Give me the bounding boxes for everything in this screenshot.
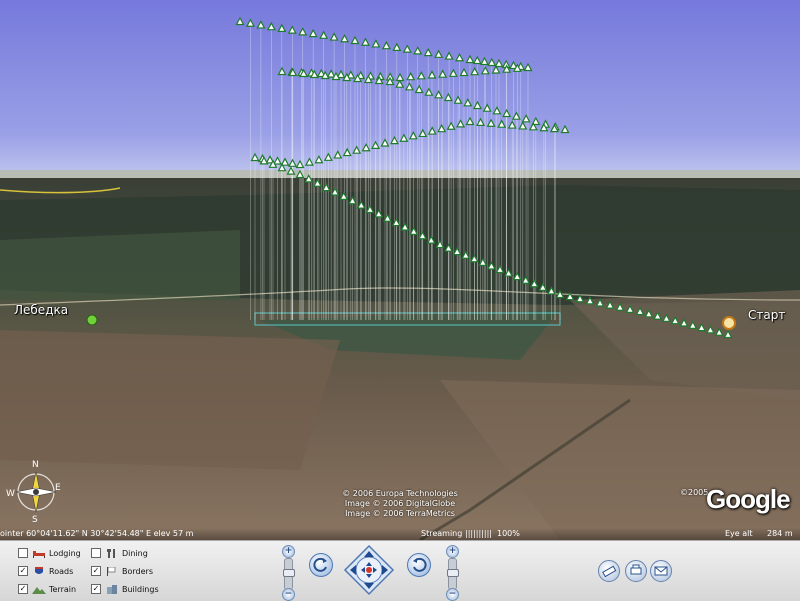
imagery-copyright: © 2006 Europa Technologies Image © 2006 … bbox=[330, 489, 470, 519]
layer-checkbox[interactable] bbox=[91, 548, 101, 558]
layer-label: Borders bbox=[122, 566, 153, 576]
rotate-cw-icon bbox=[413, 557, 427, 572]
tilt-slider-knob[interactable] bbox=[447, 569, 459, 577]
layer-label: Buildings bbox=[122, 584, 159, 594]
terrain-scene[interactable] bbox=[0, 0, 800, 540]
layer-buildings[interactable]: ✓ Buildings bbox=[91, 583, 159, 595]
layer-checkbox[interactable]: ✓ bbox=[18, 566, 28, 576]
copyright-line: Image © 2006 TerraMetrics bbox=[345, 509, 455, 518]
layer-terrain[interactable]: ✓ Terrain bbox=[18, 583, 76, 595]
layer-label: Dining bbox=[122, 548, 148, 558]
layer-checkbox[interactable]: ✓ bbox=[91, 566, 101, 576]
copyright-line: © 2006 Europa Technologies bbox=[342, 489, 458, 498]
layer-checkbox[interactable]: ✓ bbox=[91, 584, 101, 594]
print-button[interactable] bbox=[625, 560, 647, 582]
fork-knife-icon bbox=[105, 548, 119, 558]
pointer-readout: ointer 60°04'11.62" N 30°42'54.48" E ele… bbox=[0, 529, 194, 538]
tilt-slider[interactable] bbox=[447, 558, 459, 590]
zoom-in-button[interactable]: + bbox=[282, 545, 295, 558]
place-label-lebedka[interactable]: Лебедка bbox=[14, 303, 68, 317]
envelope-icon bbox=[654, 566, 668, 576]
rotate-right-button[interactable] bbox=[407, 553, 431, 577]
rotate-left-button[interactable] bbox=[309, 553, 333, 577]
zoom-slider[interactable] bbox=[283, 558, 295, 590]
terrain-icon bbox=[32, 585, 46, 594]
streaming-label: Streaming bbox=[421, 529, 463, 538]
compass-icon[interactable]: N S E W bbox=[6, 458, 66, 525]
compass-e: E bbox=[55, 483, 61, 493]
road-shield-icon bbox=[32, 566, 46, 576]
eye-alt-label: Eye alt bbox=[725, 529, 753, 538]
green-field bbox=[0, 230, 240, 300]
measure-button[interactable] bbox=[598, 560, 620, 582]
zoom-out-button[interactable]: − bbox=[282, 588, 295, 601]
layer-label: Roads bbox=[49, 566, 74, 576]
google-logo: Google bbox=[706, 484, 791, 514]
printer-icon bbox=[630, 564, 642, 575]
bed-icon bbox=[32, 549, 46, 558]
pan-arrows-icon[interactable] bbox=[343, 544, 395, 596]
streaming-bar: |||||||||| bbox=[465, 529, 492, 538]
place-label-start[interactable]: Старт bbox=[748, 308, 785, 322]
building-icon bbox=[105, 584, 119, 594]
layer-lodging[interactable]: Lodging bbox=[18, 547, 81, 559]
tilt-up-button[interactable]: + bbox=[446, 545, 459, 558]
lebedka-marker[interactable] bbox=[86, 314, 98, 326]
logo-copyright: ©2005 bbox=[680, 488, 709, 497]
streaming-percent: 100% bbox=[497, 529, 520, 538]
earth-3d-view[interactable]: Лебедка Старт © 2006 Europa Technologies… bbox=[0, 0, 800, 540]
eye-alt-value: 284 m bbox=[767, 529, 793, 538]
copyright-line: Image © 2006 DigitalGlobe bbox=[344, 499, 456, 508]
flag-icon bbox=[105, 566, 119, 576]
compass-n: N bbox=[32, 460, 39, 470]
field-left bbox=[0, 330, 340, 470]
compass-w: W bbox=[6, 489, 15, 499]
compass-rose[interactable]: N S E W bbox=[6, 458, 66, 525]
layer-checkbox[interactable]: ✓ bbox=[18, 584, 28, 594]
status-bar: ointer 60°04'11.62" N 30°42'54.48" E ele… bbox=[0, 528, 800, 540]
navigation-pad[interactable] bbox=[343, 544, 395, 596]
layer-borders[interactable]: ✓ Borders bbox=[91, 565, 153, 577]
rotate-ccw-icon bbox=[313, 557, 327, 572]
control-panel: Lodging Dining ✓ Roads ✓ Borders ✓ Terra… bbox=[0, 540, 800, 601]
layer-dining[interactable]: Dining bbox=[91, 547, 148, 559]
layer-checkbox[interactable] bbox=[18, 548, 28, 558]
email-button[interactable] bbox=[650, 560, 672, 582]
layer-label: Terrain bbox=[49, 584, 77, 594]
start-marker[interactable] bbox=[722, 316, 736, 330]
layer-roads[interactable]: ✓ Roads bbox=[18, 565, 73, 577]
ruler-icon bbox=[602, 565, 617, 578]
compass-s: S bbox=[32, 515, 38, 524]
zoom-slider-knob[interactable] bbox=[283, 569, 295, 577]
layer-label: Lodging bbox=[49, 548, 81, 558]
tilt-down-button[interactable]: − bbox=[446, 588, 459, 601]
